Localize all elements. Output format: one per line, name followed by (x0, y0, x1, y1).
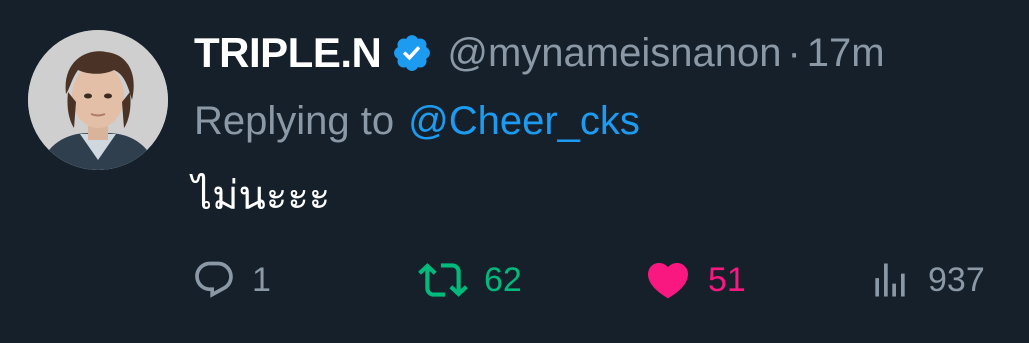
avatar[interactable] (28, 30, 168, 170)
separator-dot: · (787, 30, 801, 75)
views-icon (868, 258, 912, 302)
verified-badge-icon (391, 32, 433, 74)
retweet-button[interactable]: 62 (418, 252, 522, 308)
like-button[interactable]: 51 (644, 252, 746, 308)
tweet-text: ไม่นะะะ (192, 173, 331, 219)
display-name[interactable]: TRIPLE.N (194, 29, 382, 77)
user-handle[interactable]: @mynameisnanon (447, 31, 781, 76)
replying-to: Replying to @Cheer_cks (194, 94, 640, 148)
reply-count: 1 (252, 260, 271, 299)
reply-prefix: Replying to (194, 98, 395, 143)
timestamp[interactable]: 17m (807, 31, 885, 76)
reply-target-link[interactable]: @Cheer_cks (408, 99, 640, 144)
avatar-image (28, 30, 168, 170)
tweet-card: TRIPLE.N @mynameisnanon · 17m Replying t… (0, 0, 1029, 343)
reply-icon (192, 258, 236, 302)
reply-button[interactable]: 1 (192, 252, 271, 308)
views-count: 937 (928, 260, 985, 299)
retweet-icon (418, 255, 468, 305)
views-button[interactable]: 937 (868, 252, 985, 308)
action-bar: 1 62 51 937 (192, 252, 1002, 308)
like-count: 51 (708, 260, 746, 299)
heart-icon (644, 256, 692, 304)
retweet-count: 62 (484, 260, 522, 299)
tweet-header: TRIPLE.N @mynameisnanon · 17m (194, 22, 885, 84)
